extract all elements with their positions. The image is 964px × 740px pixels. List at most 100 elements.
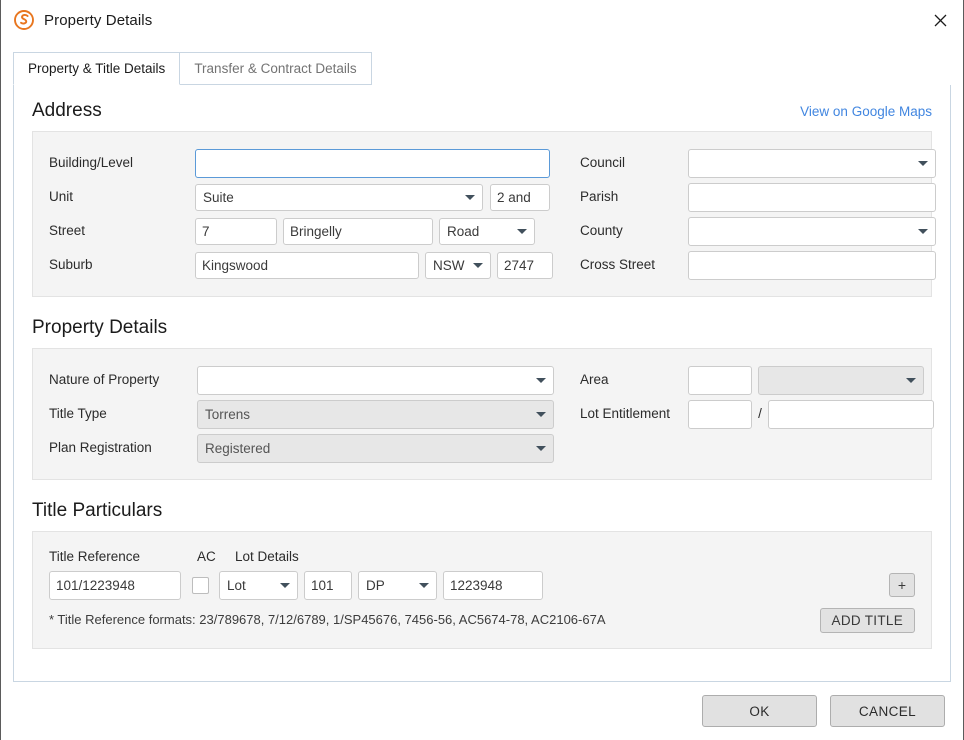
area-value-input[interactable] <box>688 365 752 395</box>
title-particulars-panel: Title Reference AC Lot Details Lot <box>32 531 932 649</box>
chevron-down-icon <box>517 229 527 234</box>
ac-checkbox[interactable] <box>191 576 209 594</box>
building-level-input[interactable] <box>195 148 550 178</box>
cancel-button[interactable]: CANCEL <box>830 695 945 727</box>
field-row-title-type: Title Type Torrens <box>49 397 572 431</box>
title-bar: Property Details <box>1 0 963 40</box>
unit-label: Unit <box>49 189 74 204</box>
field-row-council: Council <box>580 146 936 180</box>
street-label: Street <box>49 223 86 238</box>
add-lot-row-button[interactable]: + <box>889 573 915 597</box>
lot-details-column-label: Lot Details <box>235 549 299 564</box>
street-type-value: Road <box>447 223 480 239</box>
unit-type-select[interactable]: Suite <box>195 183 483 211</box>
field-row-suburb: Suburb NSW <box>49 248 572 282</box>
nature-of-property-select[interactable] <box>197 365 554 395</box>
unit-number-input[interactable] <box>490 183 550 211</box>
title-particulars-row: Lot DP + <box>49 568 915 602</box>
suburb-label: Suburb <box>49 257 93 272</box>
parish-input[interactable] <box>688 182 936 212</box>
title-type-select[interactable]: Torrens <box>197 399 554 429</box>
property-details-panel: Nature of Property Title Type Torrens Pl… <box>32 348 934 480</box>
title-reference-format-hint: * Title Reference formats: 23/789678, 7/… <box>49 612 606 627</box>
property-details-heading: Property Details <box>32 317 168 338</box>
area-label: Area <box>580 372 609 387</box>
tab-property-title-details[interactable]: Property & Title Details <box>13 52 181 85</box>
lot-type-select[interactable]: Lot <box>219 570 298 600</box>
title-reference-input[interactable] <box>49 570 181 600</box>
dialog-footer: OK CANCEL <box>1 682 963 740</box>
field-row-building-level: Building/Level <box>49 146 572 180</box>
tab-label: Property & Title Details <box>28 61 166 76</box>
add-title-button[interactable]: ADD TITLE <box>819 607 915 633</box>
title-type-label: Title Type <box>49 406 107 421</box>
postcode-input[interactable] <box>497 251 553 279</box>
chevron-down-icon <box>473 263 483 268</box>
title-particulars-heading: Title Particulars <box>32 500 163 521</box>
tab-label: Transfer & Contract Details <box>194 61 357 76</box>
address-heading: Address <box>32 100 102 121</box>
cross-street-label: Cross Street <box>580 257 656 272</box>
street-name-input[interactable] <box>283 217 433 245</box>
title-particulars-header-row: Title Reference AC Lot Details <box>49 546 915 568</box>
property-details-dialog: Property Details Property & Title Detail… <box>0 0 964 740</box>
tab-content-panel: Address View on Google Maps Building/Lev… <box>13 84 951 682</box>
title-particulars-section: Title Particulars Title Reference AC Lot… <box>32 499 932 649</box>
lot-type-value: Lot <box>227 577 246 593</box>
ac-column-label: AC <box>197 549 216 564</box>
suburb-input[interactable] <box>195 251 419 279</box>
plan-type-select[interactable]: DP <box>358 570 437 600</box>
plan-registration-select[interactable]: Registered <box>197 433 554 463</box>
chevron-down-icon <box>906 378 916 383</box>
plan-registration-label: Plan Registration <box>49 440 152 455</box>
chevron-down-icon <box>536 446 546 451</box>
field-row-county: County <box>580 214 936 248</box>
tab-transfer-contract-details[interactable]: Transfer & Contract Details <box>180 52 372 85</box>
chevron-down-icon <box>465 195 475 200</box>
address-section: Address View on Google Maps Building/Lev… <box>32 99 936 297</box>
county-select[interactable] <box>688 216 936 246</box>
council-select[interactable] <box>688 148 936 178</box>
area-unit-select[interactable] <box>758 365 924 395</box>
field-row-street: Street Road <box>49 214 572 248</box>
state-value: NSW <box>433 257 465 273</box>
county-label: County <box>580 223 623 238</box>
lot-entitlement-label: Lot Entitlement <box>580 406 671 421</box>
close-icon[interactable] <box>917 0 963 40</box>
nature-of-property-label: Nature of Property <box>49 372 160 387</box>
plan-registration-value: Registered <box>205 440 271 456</box>
cross-street-input[interactable] <box>688 250 936 280</box>
council-label: Council <box>580 155 626 170</box>
parish-label: Parish <box>580 189 619 204</box>
field-row-nature-of-property: Nature of Property <box>49 363 572 397</box>
field-row-unit: Unit Suite <box>49 180 572 214</box>
field-row-parish: Parish <box>580 180 936 214</box>
window-title: Property Details <box>44 11 153 29</box>
title-particulars-footer-row: * Title Reference formats: 23/789678, 7/… <box>49 606 915 634</box>
ok-button[interactable]: OK <box>702 695 817 727</box>
lot-number-input[interactable] <box>304 570 352 600</box>
spiral-s-logo-icon <box>13 9 35 31</box>
tab-bar: Property & Title Details Transfer & Cont… <box>1 40 963 85</box>
address-panel: Building/Level Unit Suite 2 and Street 7… <box>32 131 936 297</box>
lot-entitlement-separator: / <box>758 406 762 421</box>
street-type-select[interactable]: Road <box>439 217 535 245</box>
lot-entitlement-denominator-input[interactable] <box>768 399 934 429</box>
property-details-section: Property Details Nature of Property Titl <box>32 316 934 480</box>
chevron-down-icon <box>280 583 290 588</box>
unit-type-value: Suite <box>203 189 234 205</box>
chevron-down-icon <box>918 229 928 234</box>
state-select[interactable]: NSW <box>425 251 491 279</box>
chevron-down-icon <box>536 412 546 417</box>
building-level-label: Building/Level <box>49 155 134 170</box>
title-reference-column-label: Title Reference <box>49 549 141 564</box>
view-on-google-maps-link[interactable]: View on Google Maps <box>800 104 932 119</box>
close-glyph <box>934 14 946 26</box>
field-row-lot-entitlement: Lot Entitlement / <box>580 397 934 431</box>
plan-number-input[interactable] <box>443 570 543 600</box>
field-row-area: Area <box>580 363 934 397</box>
chevron-down-icon <box>536 378 546 383</box>
field-row-plan-registration: Plan Registration Registered <box>49 431 572 465</box>
street-number-input[interactable] <box>195 217 277 245</box>
lot-entitlement-numerator-input[interactable] <box>688 399 752 429</box>
